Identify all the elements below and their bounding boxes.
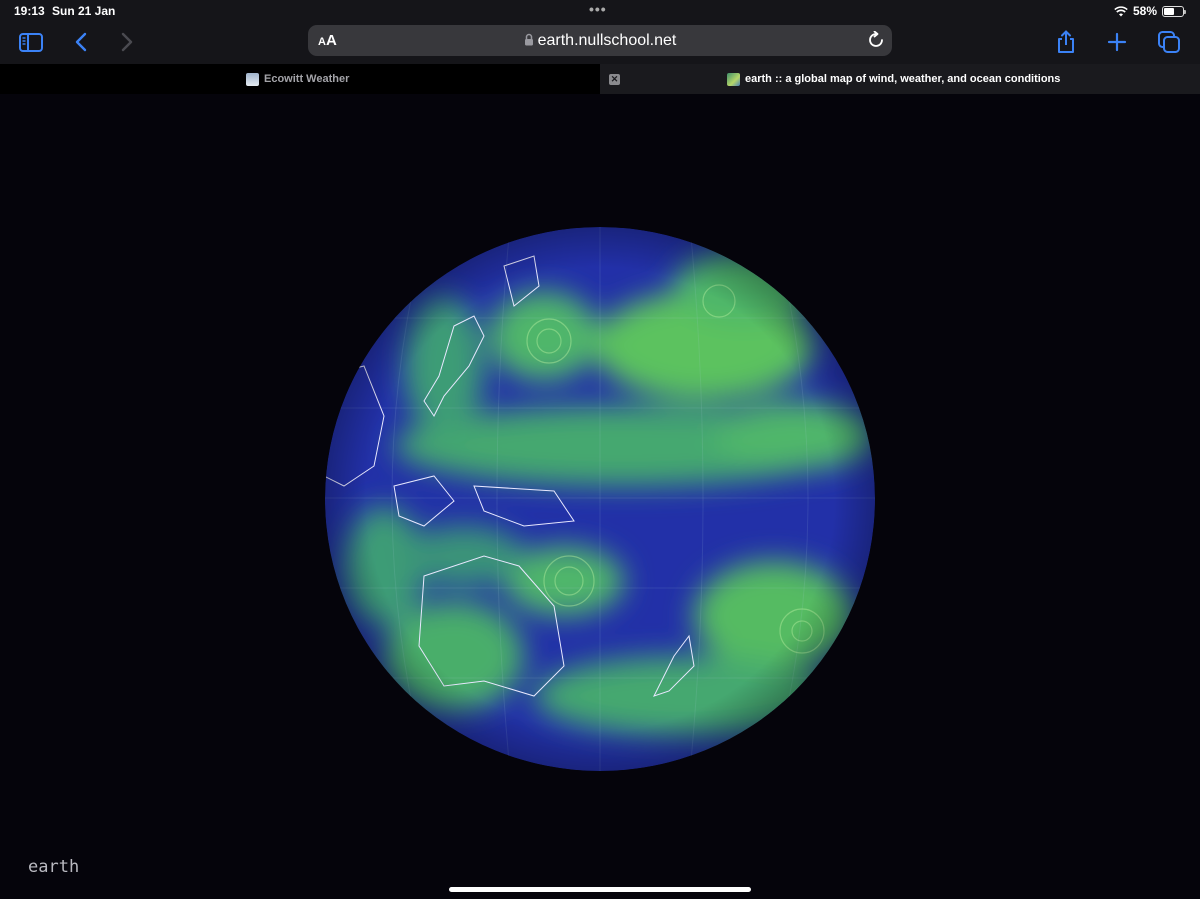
tab-title: earth :: a global map of wind, weather, … [745,73,1061,85]
new-tab-icon[interactable] [1104,30,1130,54]
close-tab-icon[interactable]: ✕ [609,74,620,85]
earth-favicon-icon [727,73,740,86]
battery-percent: 58% [1132,4,1157,18]
browser-toolbar: AA earth.nullschool.net [0,22,1200,64]
tabs-overview-icon[interactable] [1156,30,1182,54]
url-text: earth.nullschool.net [537,32,677,49]
battery-icon [1162,5,1186,17]
tab-ecowitt-weather[interactable]: Ecowitt Weather [0,64,600,94]
forward-icon[interactable] [114,30,140,54]
home-indicator[interactable] [449,887,751,892]
sidebar-icon[interactable] [18,30,44,54]
share-icon[interactable] [1053,30,1079,54]
ecowitt-favicon-icon [246,73,259,86]
back-icon[interactable] [68,30,94,54]
tab-title: Ecowitt Weather [264,73,350,85]
multitasking-dots-icon[interactable]: ••• [589,1,607,17]
tab-bar: Ecowitt Weather ✕ earth :: a global map … [0,64,1200,94]
lock-icon [524,33,533,46]
address-bar[interactable]: AA earth.nullschool.net [308,25,892,56]
wifi-icon [1114,5,1128,16]
status-right: 58% [1114,4,1186,18]
url-display[interactable]: earth.nullschool.net [308,32,892,50]
earth-menu-button[interactable]: earth [28,857,79,877]
status-bar: 19:13 Sun 21 Jan ••• 58% [0,0,1200,22]
status-date: Sun 21 Jan [52,4,116,18]
status-time: 19:13 [14,4,45,18]
reload-icon[interactable] [868,30,884,54]
tab-earth-nullschool[interactable]: ✕ earth :: a global map of wind, weather… [600,64,1200,94]
wind-globe-map[interactable] [324,226,876,772]
battery-fill [1164,7,1175,15]
